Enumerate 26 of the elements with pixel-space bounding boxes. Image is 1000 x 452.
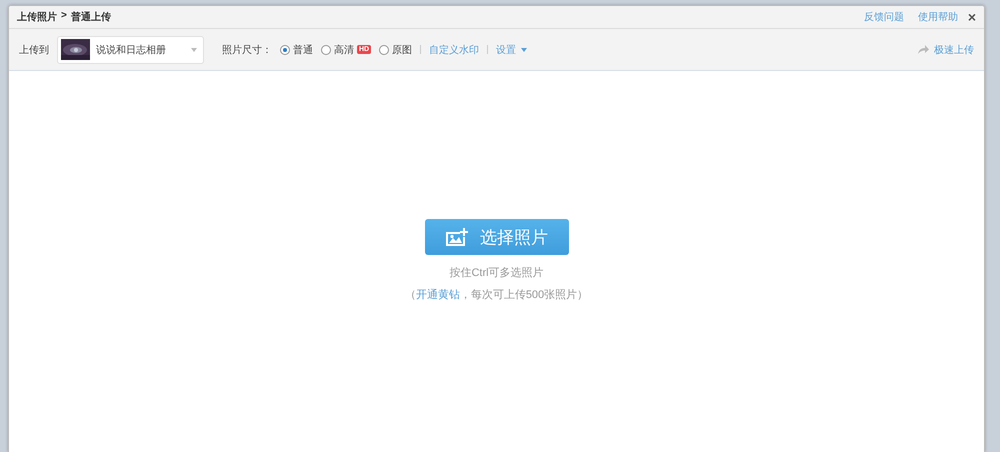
upgrade-link[interactable]: 开通黄钻 (416, 289, 460, 301)
settings-link[interactable]: 设置 (496, 42, 528, 56)
radio-label[interactable]: 原图 (392, 42, 412, 56)
watermark-link[interactable]: 自定义水印 (429, 42, 480, 56)
hint-text: 按住Ctrl可多选照片 (449, 266, 544, 280)
upload-to-label: 上传到 (19, 44, 49, 56)
radio-label[interactable]: 普通 (293, 42, 313, 56)
fast-upload-link[interactable]: 极速上传 (918, 42, 974, 56)
close-button[interactable]: × (968, 10, 976, 24)
breadcrumb-separator: > (61, 10, 67, 23)
share-arrow-icon (918, 45, 929, 54)
caret-icon (521, 48, 528, 52)
header-link[interactable]: 使用帮助 (918, 10, 958, 24)
radio-button[interactable] (280, 44, 290, 54)
header-link[interactable]: 反馈问题 (864, 10, 904, 24)
breadcrumb-item: 普通上传 (70, 10, 111, 24)
breadcrumb-item: 上传照片 (17, 10, 57, 24)
radio-button[interactable] (321, 44, 331, 54)
radio-label[interactable]: 高清 (334, 42, 354, 56)
upgrade-note: （开通黄钻，每次可上传500张照片） (404, 288, 588, 302)
size-label: 照片尺寸： (222, 44, 272, 56)
radio-button[interactable] (379, 44, 390, 54)
caret-icon (191, 48, 197, 52)
add-image-icon (445, 228, 468, 246)
select-photos-button[interactable]: 选择照片 (424, 219, 568, 255)
album-dropdown[interactable]: 说说和日志相册 (57, 36, 204, 64)
